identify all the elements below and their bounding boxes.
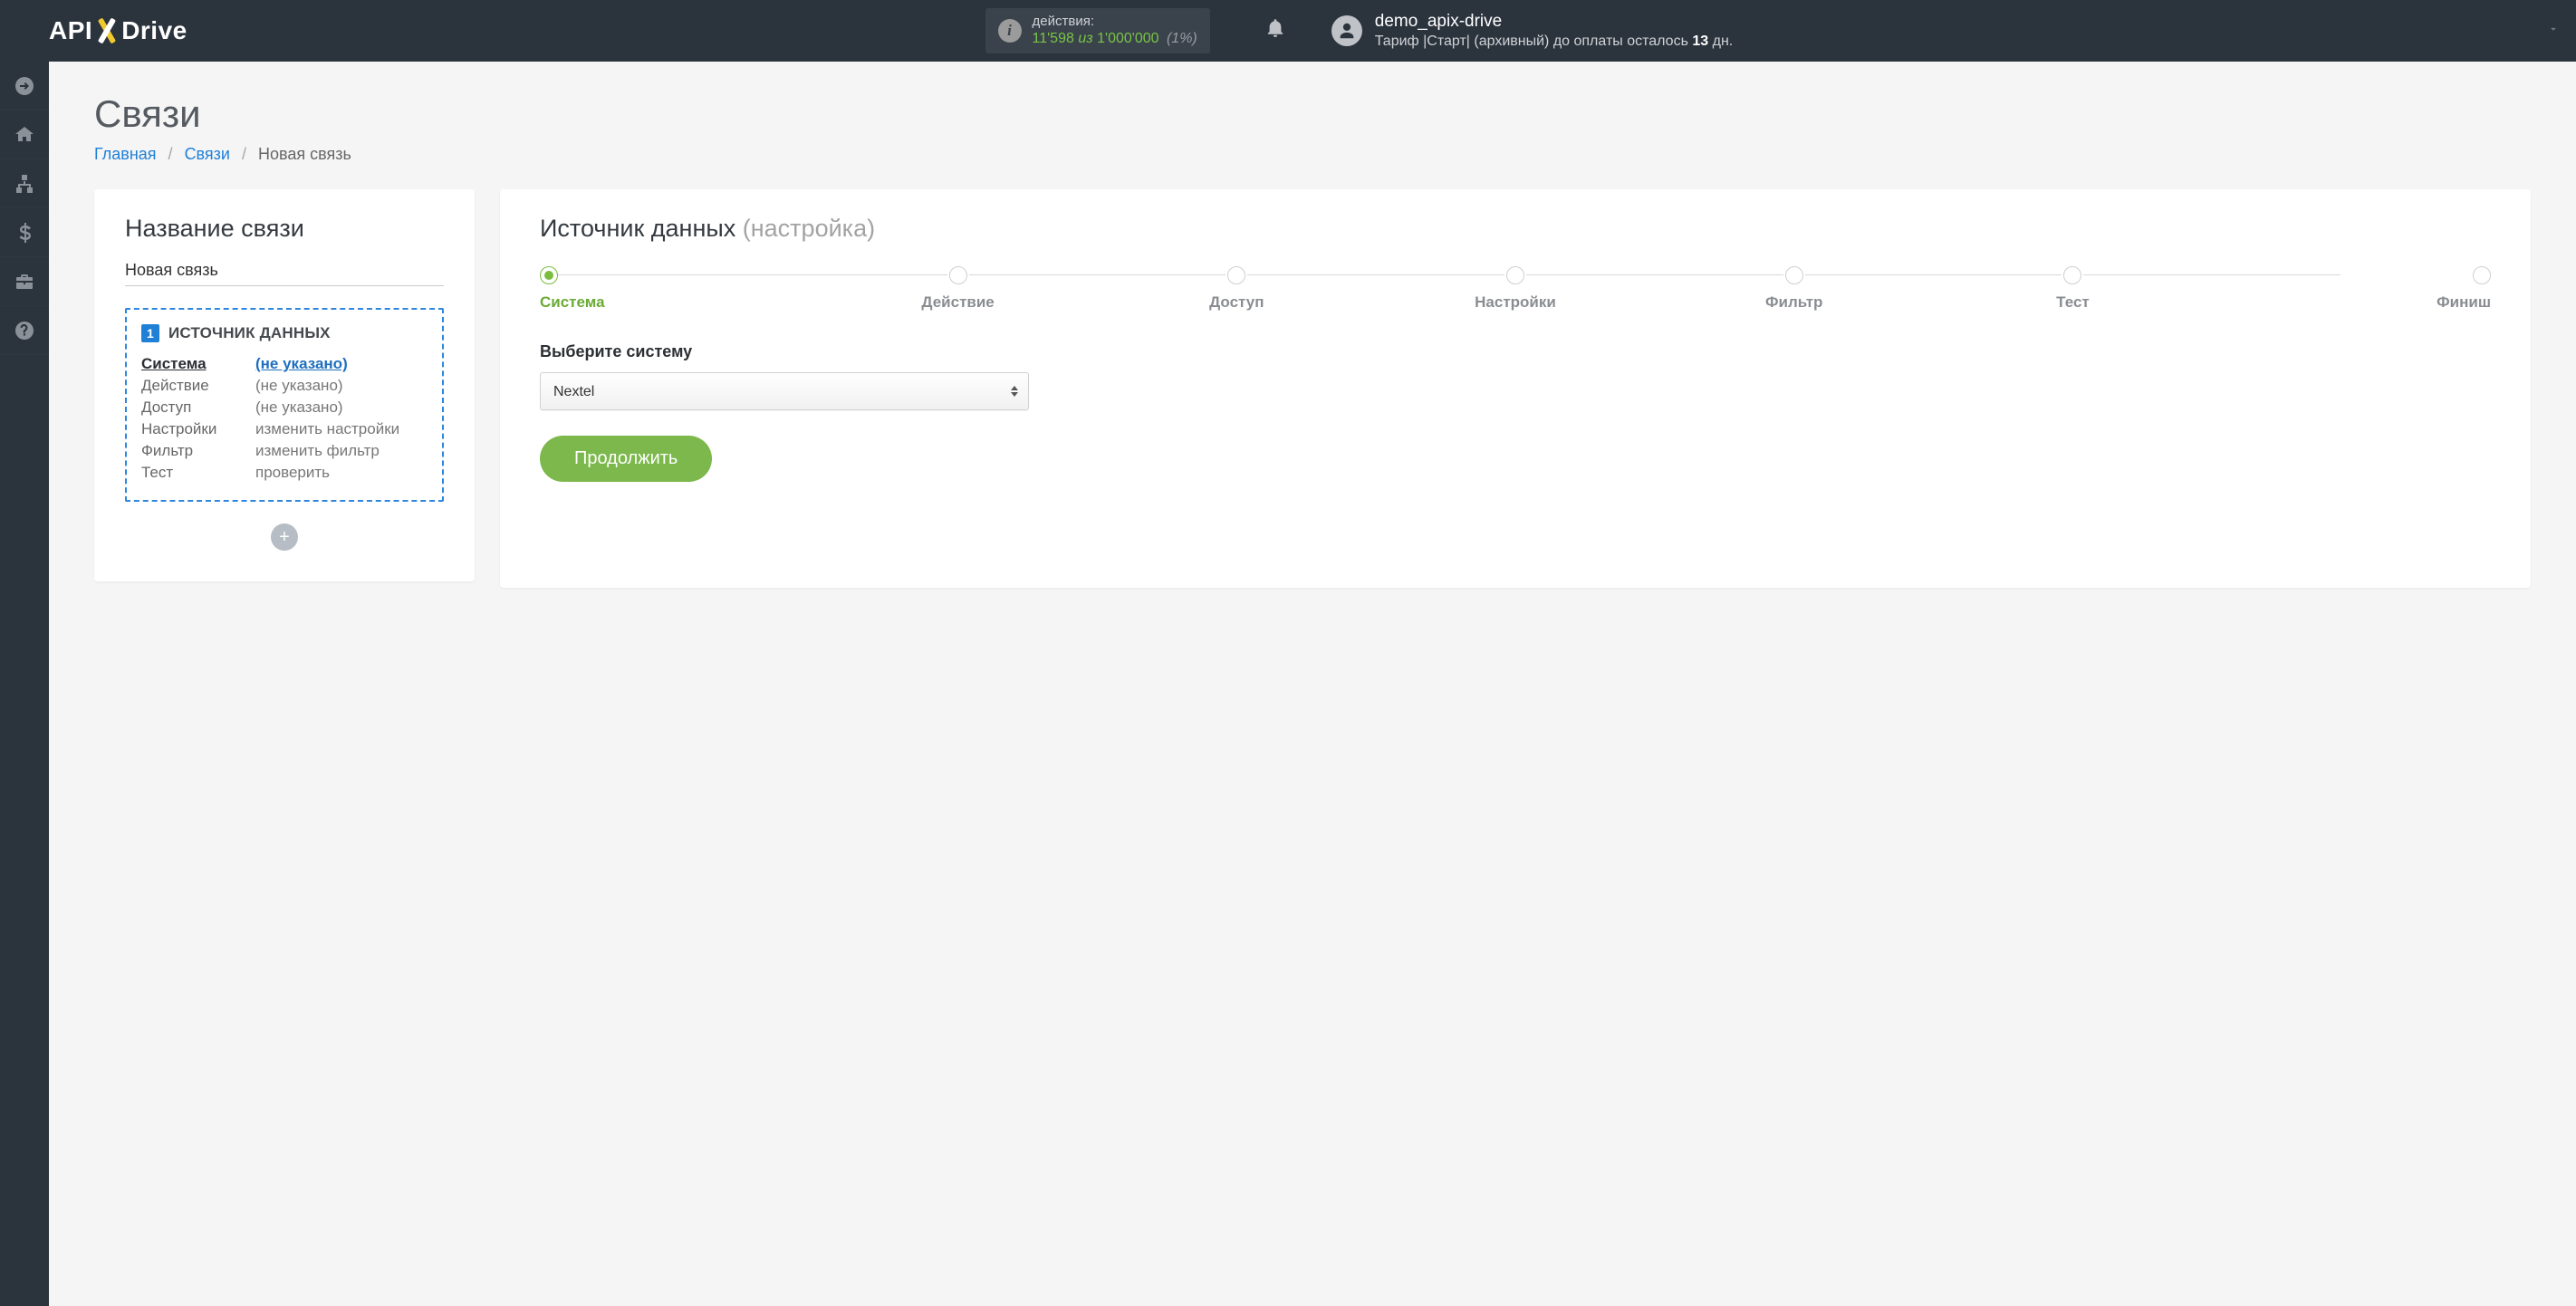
- config-key: Фильтр: [141, 442, 241, 460]
- sidebar-item-services[interactable]: [0, 257, 49, 306]
- connection-summary-panel: Название связи 1 ИСТОЧНИК ДАННЫХ Система…: [94, 189, 475, 581]
- wizard-step[interactable]: Тест: [1934, 266, 2213, 312]
- question-icon: [14, 320, 35, 341]
- step-circle-icon: [1227, 266, 1245, 284]
- breadcrumb-current: Новая связь: [258, 145, 351, 163]
- step-circle-icon: [1785, 266, 1803, 284]
- config-key: Настройки: [141, 420, 241, 438]
- config-value: (не указано): [255, 355, 348, 373]
- config-key: Доступ: [141, 399, 241, 417]
- step-circle-icon: [540, 266, 558, 284]
- connection-name-heading: Название связи: [125, 215, 444, 243]
- wizard-step[interactable]: Доступ: [1097, 266, 1376, 312]
- plus-icon: +: [279, 528, 290, 546]
- config-value: изменить настройки: [255, 420, 399, 438]
- config-row[interactable]: Настройки изменить настройки: [141, 418, 428, 440]
- actions-values: 11'598 из 1'000'000 (1%): [1033, 30, 1197, 47]
- user-plan: Тариф |Старт| (архивный) до оплаты остал…: [1375, 33, 1733, 51]
- system-select-wrap: Nextel: [540, 372, 1029, 410]
- wizard-step[interactable]: Действие: [819, 266, 1098, 312]
- source-number-badge: 1: [141, 324, 159, 342]
- logo-x-icon: [94, 18, 120, 43]
- wizard-step[interactable]: Настройки: [1376, 266, 1655, 312]
- sidebar-item-enter[interactable]: [0, 62, 49, 110]
- breadcrumb: Главная / Связи / Новая связь: [94, 145, 2531, 164]
- wizard-stepper: Система Действие Доступ Настройки Фильтр Тест…: [540, 266, 2491, 312]
- config-key: Система: [141, 355, 241, 373]
- config-value: изменить фильтр: [255, 442, 380, 460]
- dollar-icon: [14, 222, 35, 244]
- chevron-down-icon: [2547, 23, 2560, 35]
- config-value: (не указано): [255, 399, 343, 417]
- config-row[interactable]: Действие (не указано): [141, 375, 428, 397]
- main-content: Связи Главная / Связи / Новая связь Назв…: [49, 62, 2576, 619]
- step-circle-icon: [949, 266, 967, 284]
- sidebar: [0, 62, 49, 1306]
- sidebar-item-home[interactable]: [0, 110, 49, 159]
- source-setup-panel: Источник данных (настройка) Система Дейст…: [500, 189, 2531, 588]
- step-label: Настройки: [1475, 293, 1556, 312]
- briefcase-icon: [14, 271, 35, 293]
- app-header: API Drive i действия: 11'598 из 1'000'00…: [0, 0, 2576, 62]
- continue-button[interactable]: Продолжить: [540, 436, 712, 482]
- logo[interactable]: API Drive: [49, 16, 187, 45]
- step-label: Тест: [2056, 293, 2090, 312]
- step-circle-icon: [2473, 266, 2491, 284]
- user-name: demo_apix-drive: [1375, 11, 1733, 33]
- config-key: Тест: [141, 464, 241, 482]
- data-source-box[interactable]: 1 ИСТОЧНИК ДАННЫХ Система(не указано)Дей…: [125, 308, 444, 502]
- avatar-icon: [1331, 15, 1362, 46]
- logo-text-api: API: [49, 16, 92, 45]
- logo-text-drive: Drive: [121, 16, 187, 45]
- config-key: Действие: [141, 377, 241, 395]
- breadcrumb-home[interactable]: Главная: [94, 145, 157, 163]
- bell-icon: [1264, 17, 1286, 39]
- breadcrumb-links[interactable]: Связи: [185, 145, 230, 163]
- config-row[interactable]: Тест проверить: [141, 462, 428, 484]
- header-dropdown-toggle[interactable]: [2531, 23, 2576, 40]
- page-title: Связи: [94, 92, 2531, 136]
- step-label: Фильтр: [1765, 293, 1822, 312]
- connection-name-input[interactable]: [125, 257, 444, 286]
- system-select-label: Выберите систему: [540, 342, 2491, 361]
- config-row[interactable]: Фильтр изменить фильтр: [141, 440, 428, 462]
- sidebar-item-help[interactable]: [0, 306, 49, 355]
- arrow-circle-icon: [14, 75, 35, 97]
- notifications-button[interactable]: [1264, 17, 1286, 44]
- config-row[interactable]: Доступ (не указано): [141, 397, 428, 418]
- sitemap-icon: [14, 173, 35, 195]
- actions-counter[interactable]: i действия: 11'598 из 1'000'000 (1%): [985, 8, 1210, 53]
- wizard-step[interactable]: Финиш: [2212, 266, 2491, 312]
- wizard-step[interactable]: Система: [540, 266, 819, 312]
- config-row[interactable]: Система (не указано): [141, 353, 428, 375]
- user-menu[interactable]: demo_apix-drive Тариф |Старт| (архивный)…: [1331, 11, 1733, 51]
- source-box-title: ИСТОЧНИК ДАННЫХ: [168, 324, 331, 342]
- step-label: Действие: [921, 293, 994, 312]
- source-panel-heading: Источник данных (настройка): [540, 215, 2491, 243]
- step-label: Финиш: [2437, 293, 2491, 312]
- sidebar-item-billing[interactable]: [0, 208, 49, 257]
- config-rows: Система(не указано)Действие(не указано)Д…: [141, 353, 428, 484]
- step-circle-icon: [1506, 266, 1524, 284]
- config-value: проверить: [255, 464, 330, 482]
- step-label: Система: [540, 293, 605, 312]
- actions-label: действия:: [1033, 14, 1197, 30]
- wizard-step[interactable]: Фильтр: [1655, 266, 1934, 312]
- add-step-button[interactable]: +: [271, 523, 298, 551]
- home-icon: [14, 124, 35, 146]
- step-circle-icon: [2063, 266, 2081, 284]
- info-icon: i: [998, 19, 1022, 43]
- step-label: Доступ: [1209, 293, 1264, 312]
- system-select[interactable]: Nextel: [540, 372, 1029, 410]
- sidebar-item-connections[interactable]: [0, 159, 49, 208]
- config-value: (не указано): [255, 377, 343, 395]
